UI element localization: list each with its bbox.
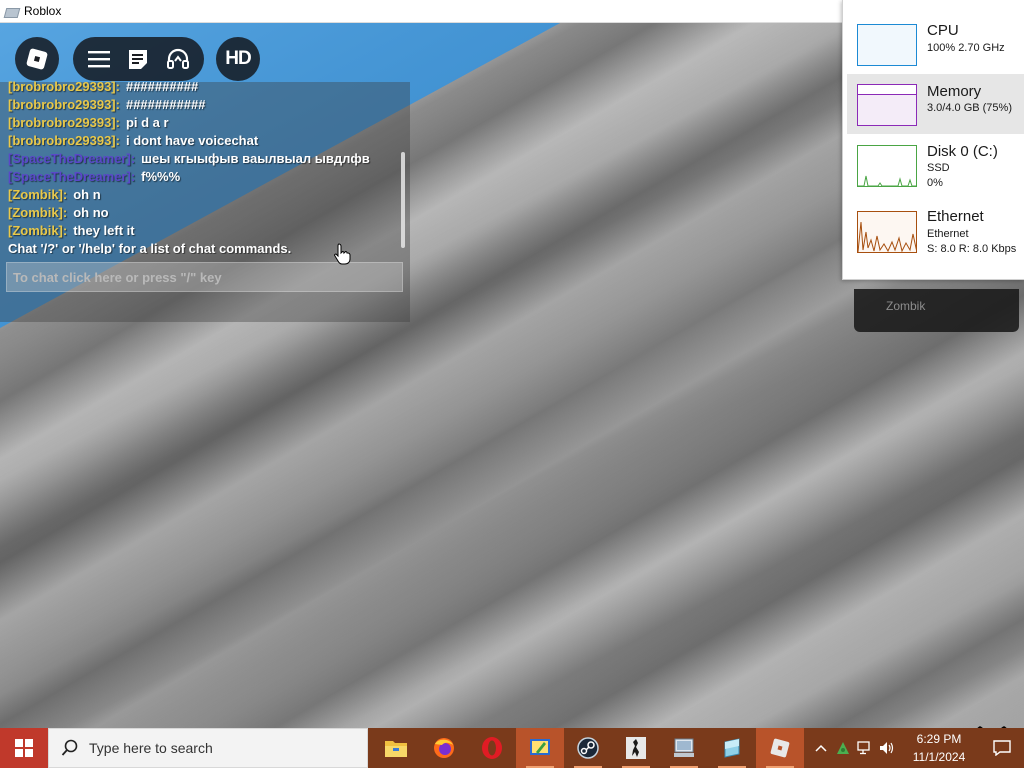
player-list: Zombik [854,289,1019,332]
chat-text: f%%% [141,169,181,184]
memory-graph [857,84,917,126]
tm-sub: S: 8.0 R: 8.0 Kbps [927,243,1017,255]
tm-ethernet[interactable]: Ethernet Ethernet S: 8.0 R: 8.0 Kbps [847,202,1024,262]
notification-icon [993,740,1011,756]
chat-sender[interactable]: [Zombik]: [8,205,67,220]
chevron-up-icon[interactable] [810,728,832,768]
chat-scrollbar[interactable] [401,152,405,248]
roblox-menu-button[interactable] [15,37,59,81]
tm-label: CPU [927,22,959,39]
chat-message: [Zombik]: oh n [8,186,398,204]
tm-sub: 100% 2.70 GHz [927,42,1005,54]
chat-message: [brobrobro29393]: i dont have voicechat [8,132,398,150]
windows-logo-icon [15,739,33,757]
app-icon[interactable] [708,728,756,768]
hand-cursor-icon [334,243,351,265]
tm-memory[interactable]: Memory 3.0/4.0 GB (75%) [847,74,1024,134]
taskbar-search-box[interactable]: Type here to search [48,728,368,768]
tm-sub: 0% [927,177,943,189]
hd-admin-button[interactable]: HD [216,37,260,81]
chat-toggle-icon[interactable] [123,44,153,74]
chat-sender[interactable]: [SpaceTheDreamer]: [8,169,135,184]
chat-text: oh n [73,187,101,202]
chat-message: [brobrobro29393]: ########### [8,96,398,114]
chat-sender[interactable]: [SpaceTheDreamer]: [8,151,135,166]
chat-sender[interactable]: [brobrobro29393]: [8,97,120,112]
chat-message: [Zombik]: they left it [8,222,398,240]
start-button[interactable] [0,728,48,768]
tm-label: Ethernet [927,208,984,225]
chat-sender[interactable]: [Zombik]: [8,223,67,238]
network-icon[interactable] [854,728,876,768]
voice-headset-icon[interactable] [163,44,193,74]
chat-message-partial: [brobrobro29393]: ########## [8,79,199,94]
task-manager-panel: CPU 100% 2.70 GHz Memory 3.0/4.0 GB (75%… [842,0,1024,280]
paint-icon[interactable] [516,728,564,768]
clock-time: 6:29 PM [916,732,962,746]
chat-input[interactable]: To chat click here or press "/" key [6,262,403,292]
taskbar-apps [372,728,804,768]
tm-label: Disk 0 (C:) [927,143,998,160]
cpu-graph [857,24,917,66]
chat-text: oh no [73,205,109,220]
search-placeholder: Type here to search [89,740,213,756]
system-icon[interactable] [660,728,708,768]
player-name[interactable]: Zombik [886,299,925,313]
chat-text: ########### [125,97,206,112]
hamburger-menu-icon[interactable] [84,44,114,74]
chat-text: шеы кгыыфыв ваылвыал ывдлфв [141,151,370,166]
roblox-window-icon [4,6,18,17]
taskbar: Type here to search 6:29 PM 11/1/2024 [0,728,1024,768]
file-explorer-icon[interactable] [372,728,420,768]
taskbar-clock[interactable]: 6:29 PM 11/1/2024 [900,730,978,766]
opera-icon[interactable] [468,728,516,768]
chat-sender[interactable]: [Zombik]: [8,187,67,202]
gpu-tray-icon[interactable] [832,728,854,768]
tm-sub: SSD [927,162,950,174]
notification-center-button[interactable] [980,728,1024,768]
chat-text: they left it [73,223,135,238]
chat-sender[interactable]: [brobrobro29393]: [8,133,120,148]
tm-sub: 3.0/4.0 GB (75%) [927,102,1012,114]
tm-sub: Ethernet [927,228,969,240]
chat-text: pi d a r [125,115,169,130]
chat-message: [brobrobro29393]: pi d a r [8,114,398,132]
search-icon [61,739,78,756]
volume-icon[interactable] [876,728,898,768]
window-title: Roblox [24,4,62,18]
chat-message: [SpaceTheDreamer]: f%%% [8,168,398,186]
chat-text: Chat '/?' or '/help' for a list of chat … [8,241,292,254]
chat-sender[interactable]: [brobrobro29393]: [8,115,120,130]
system-tray [810,728,898,768]
chat-messages: [brobrobro29393]: ########## [brobrobro29… [8,78,398,254]
tm-disk[interactable]: Disk 0 (C:) SSD 0% [847,136,1024,196]
chat-message: [Zombik]: oh no [8,204,398,222]
topbar-controls [73,37,204,81]
clock-date: 11/1/2024 [912,750,966,764]
steam-icon[interactable] [564,728,612,768]
tm-label: Memory [927,83,982,100]
chat-window: [brobrobro29393]: ########## [brobrobro29… [0,79,410,322]
chat-message: [SpaceTheDreamer]: шеы кгыыфыв ваылвыал ы… [8,150,398,168]
firefox-icon[interactable] [420,728,468,768]
counter-strike-icon[interactable] [612,728,660,768]
ethernet-graph [857,211,917,253]
chat-text: i dont have voicechat [125,133,259,148]
tm-cpu[interactable]: CPU 100% 2.70 GHz [847,12,1024,72]
disk-graph [857,145,917,187]
roblox-icon[interactable] [756,728,804,768]
roblox-logo-icon [26,48,48,70]
